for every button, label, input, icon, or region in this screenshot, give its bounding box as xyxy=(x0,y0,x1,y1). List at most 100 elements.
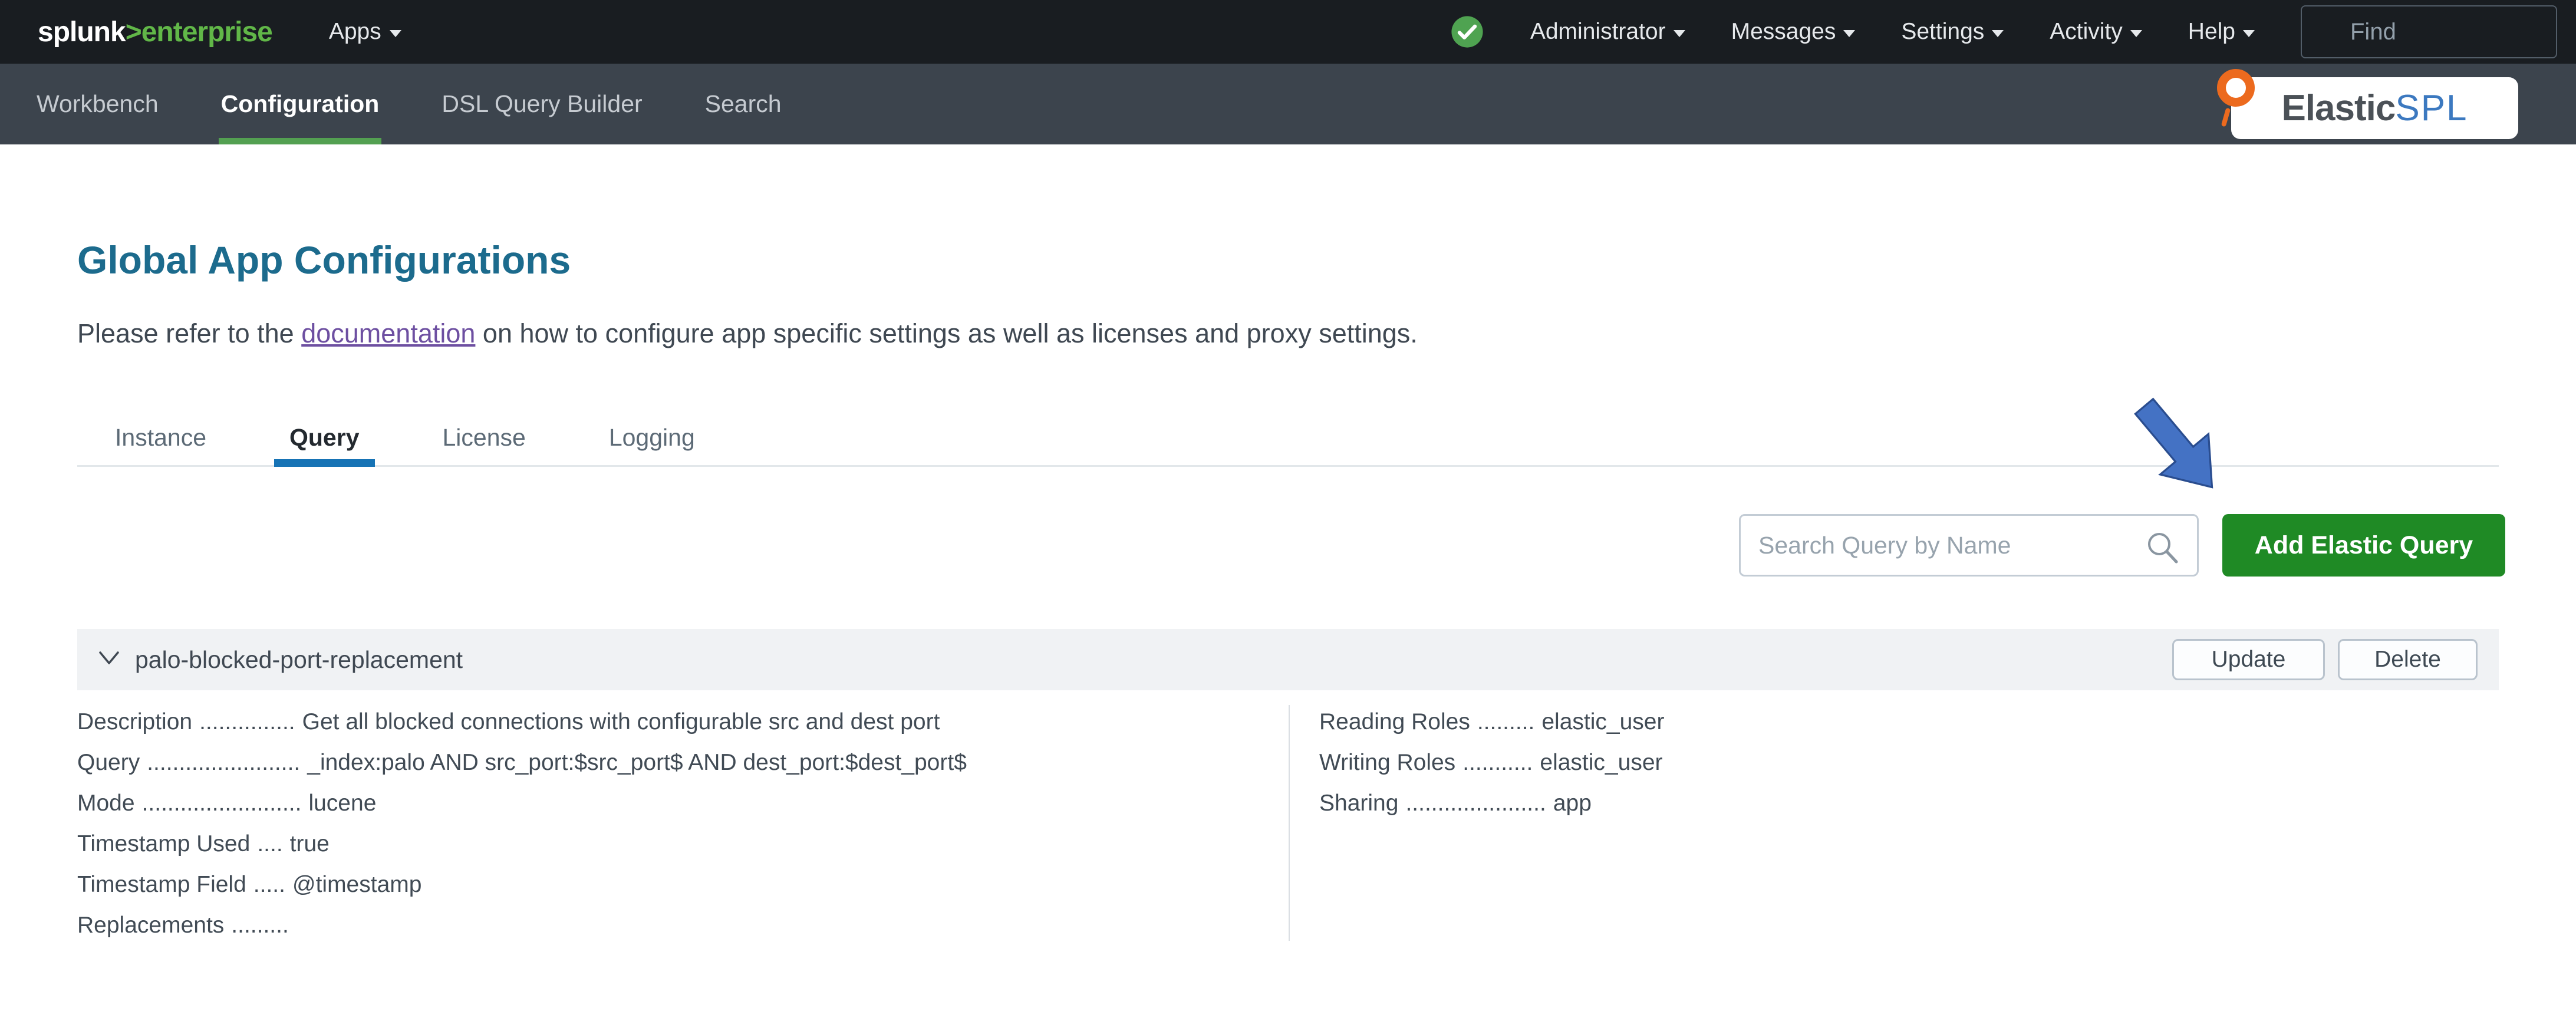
query-row[interactable]: palo-blocked-port-replacement Update Del… xyxy=(77,629,2499,690)
query-details-left-column: Description............... Get all blocke… xyxy=(77,701,967,946)
detail-line-description: Description............... Get all blocke… xyxy=(77,701,967,742)
detail-value: _index:palo AND src_port:$src_port$ AND … xyxy=(307,750,967,775)
brand-spl-text: SPL xyxy=(2395,88,2468,129)
leader-dots: ..... xyxy=(253,872,285,897)
details-column-divider xyxy=(1289,705,1290,941)
detail-line-writing-roles: Writing Roles........... elastic_user xyxy=(1319,742,1664,783)
detail-value: elastic_user xyxy=(1541,709,1665,734)
detail-line-reading-roles: Reading Roles......... elastic_user xyxy=(1319,701,1664,742)
brand-elastic-text: Elastic xyxy=(2281,88,2396,129)
detail-label: Mode xyxy=(77,790,135,816)
messages-menu-label: Messages xyxy=(1731,19,1836,44)
elasticspl-app-logo: Elastic SPL xyxy=(2217,69,2518,139)
tab-query[interactable]: Query xyxy=(274,410,375,467)
logo-splunk-text: splunk xyxy=(38,16,126,48)
detail-line-sharing: Sharing...................... app xyxy=(1319,783,1664,824)
nav-item-search[interactable]: Search xyxy=(705,64,782,144)
administrator-menu[interactable]: Administrator xyxy=(1530,19,1685,45)
active-nav-underline xyxy=(218,138,382,144)
chevron-down-icon xyxy=(1673,30,1685,37)
app-nav-bar: Workbench Configuration DSL Query Builde… xyxy=(0,64,2576,144)
nav-item-label: DSL Query Builder xyxy=(442,90,643,117)
apps-menu[interactable]: Apps xyxy=(329,19,401,45)
detail-line-timestamp-used: Timestamp Used.... true xyxy=(77,824,967,864)
detail-line-mode: Mode......................... lucene xyxy=(77,783,967,824)
update-button[interactable]: Update xyxy=(2172,639,2325,680)
query-details-right-column: Reading Roles......... elastic_user Writi… xyxy=(1319,701,1664,824)
settings-menu[interactable]: Settings xyxy=(1901,19,2004,45)
tab-label: License xyxy=(442,423,526,451)
detail-value: Get all blocked connections with configu… xyxy=(302,709,940,734)
nav-item-workbench[interactable]: Workbench xyxy=(37,64,159,144)
detail-label: Timestamp Used xyxy=(77,831,251,857)
nav-item-dsl-query-builder[interactable]: DSL Query Builder xyxy=(442,64,642,144)
chevron-down-icon xyxy=(2243,30,2255,37)
nav-item-label: Configuration xyxy=(220,90,380,117)
query-name: palo-blocked-port-replacement xyxy=(135,645,463,673)
tab-instance[interactable]: Instance xyxy=(115,410,206,465)
expand-chevron-down-icon[interactable] xyxy=(98,650,120,666)
health-check-icon xyxy=(1451,16,1483,48)
leader-dots: ......................... xyxy=(141,790,302,816)
detail-label: Timestamp Field xyxy=(77,872,246,897)
nav-item-configuration[interactable]: Configuration xyxy=(218,64,382,144)
chevron-down-icon xyxy=(1843,30,1856,37)
settings-menu-label: Settings xyxy=(1901,19,1985,44)
detail-label: Writing Roles xyxy=(1319,750,1456,775)
tab-logging[interactable]: Logging xyxy=(609,410,695,465)
magnifier-icon[interactable] xyxy=(2143,528,2181,566)
activity-menu[interactable]: Activity xyxy=(2050,19,2142,45)
help-menu-label: Help xyxy=(2188,19,2235,44)
apps-menu-label: Apps xyxy=(328,19,381,44)
chevron-down-icon xyxy=(1992,30,2004,37)
leader-dots: .... xyxy=(257,831,283,857)
nav-item-label: Workbench xyxy=(37,90,159,117)
leader-dots: ........... xyxy=(1462,750,1533,775)
leader-dots: ...................... xyxy=(1405,790,1546,816)
health-status-button[interactable] xyxy=(1450,15,1484,49)
activity-menu-label: Activity xyxy=(2050,19,2123,44)
nav-item-label: Search xyxy=(704,90,782,117)
orange-pin-stem-icon xyxy=(2221,107,2231,127)
chevron-down-icon xyxy=(2130,30,2142,37)
administrator-menu-label: Administrator xyxy=(1530,19,1666,44)
tab-label: Query xyxy=(289,423,360,451)
leader-dots: ........................ xyxy=(147,750,301,775)
find-search-input[interactable] xyxy=(2301,5,2557,58)
tab-license[interactable]: License xyxy=(443,410,526,465)
tab-label: Instance xyxy=(115,423,206,451)
leader-dots: ......... xyxy=(1477,709,1535,734)
add-elastic-query-button[interactable]: Add Elastic Query xyxy=(2222,514,2505,577)
page-title: Global App Configurations xyxy=(77,238,571,282)
logo-chevron: > xyxy=(125,16,142,48)
splunk-enterprise-logo[interactable]: splunk>enterprise xyxy=(38,16,273,48)
detail-value: true xyxy=(289,831,330,857)
detail-label: Reading Roles xyxy=(1319,709,1470,734)
messages-menu[interactable]: Messages xyxy=(1731,19,1856,45)
intro-text-before: Please refer to the xyxy=(77,318,302,348)
topbar-right-menus: Administrator Messages Settings Activity… xyxy=(1450,5,2557,58)
detail-line-replacements: Replacements......... xyxy=(77,905,967,946)
detail-label: Description xyxy=(77,709,193,734)
detail-line-query: Query........................ _index:palo… xyxy=(77,742,967,783)
detail-value: app xyxy=(1553,790,1592,816)
detail-line-timestamp-field: Timestamp Field..... @timestamp xyxy=(77,864,967,905)
detail-value: @timestamp xyxy=(292,872,422,897)
intro-text-after: on how to configure app specific setting… xyxy=(475,318,1418,348)
leader-dots: ............... xyxy=(199,709,295,734)
detail-label: Replacements xyxy=(77,913,225,938)
detail-value: elastic_user xyxy=(1540,750,1663,775)
documentation-link[interactable]: documentation xyxy=(301,318,475,348)
logo-product-text: enterprise xyxy=(141,16,273,48)
detail-label: Sharing xyxy=(1319,790,1399,816)
intro-paragraph: Please refer to the documentation on how… xyxy=(77,318,1418,349)
chevron-down-icon xyxy=(389,30,401,37)
active-tab-underline xyxy=(274,459,375,467)
tab-label: Logging xyxy=(608,423,695,451)
help-menu[interactable]: Help xyxy=(2188,19,2255,45)
splunk-elasticspl-page: splunk>enterprise Apps Administrator Mes… xyxy=(0,0,2576,1031)
delete-button[interactable]: Delete xyxy=(2338,639,2478,680)
detail-label: Query xyxy=(77,750,140,775)
orange-dot-icon xyxy=(2217,69,2255,107)
search-query-input[interactable] xyxy=(1739,514,2199,577)
